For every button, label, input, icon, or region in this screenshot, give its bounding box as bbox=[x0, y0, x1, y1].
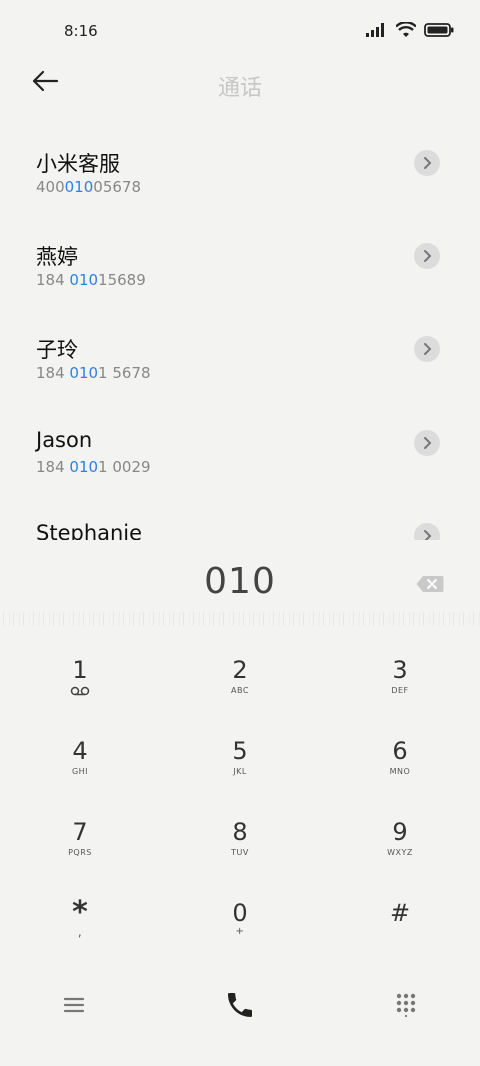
contact-detail-button[interactable] bbox=[414, 150, 440, 176]
key-star[interactable]: * , bbox=[0, 883, 160, 963]
header: 通话 bbox=[0, 60, 480, 108]
key-0[interactable]: 0 + bbox=[160, 883, 320, 963]
delete-button[interactable] bbox=[416, 575, 444, 593]
key-5[interactable]: 5 JKL bbox=[160, 721, 320, 801]
contact-number: 40001005678 bbox=[36, 178, 141, 196]
contact-results-list[interactable]: 小米客服 40001005678 燕婷 184 01015689 子玲 184 … bbox=[0, 130, 480, 540]
contact-number: 184 0101 0029 bbox=[36, 458, 151, 476]
key-7[interactable]: 7 PQRS bbox=[0, 802, 160, 882]
contact-detail-button[interactable] bbox=[414, 430, 440, 456]
phone-icon bbox=[228, 993, 252, 1017]
bottom-bar bbox=[0, 975, 480, 1035]
key-6[interactable]: 6 MNO bbox=[320, 721, 480, 801]
backspace-icon bbox=[416, 576, 444, 592]
chevron-right-icon bbox=[424, 250, 432, 262]
divider bbox=[0, 612, 480, 626]
contact-row[interactable]: Jason 184 0101 0029 bbox=[0, 410, 480, 496]
contact-row[interactable]: 燕婷 184 01015689 bbox=[0, 223, 480, 309]
status-bar: 8:16 bbox=[0, 0, 480, 60]
contact-detail-button[interactable] bbox=[414, 336, 440, 362]
contact-number: 184 0101 5678 bbox=[36, 364, 151, 382]
key-3[interactable]: 3 DEF bbox=[320, 640, 480, 720]
chevron-right-icon bbox=[424, 437, 432, 449]
contact-name: 小米客服 bbox=[36, 152, 120, 176]
dialed-number: 010 bbox=[204, 561, 276, 602]
page-title: 通话 bbox=[217, 76, 262, 101]
chevron-right-icon bbox=[424, 343, 432, 355]
contact-row[interactable]: Stephanie bbox=[0, 503, 480, 540]
contact-name: 子玲 bbox=[36, 338, 78, 362]
battery-icon bbox=[424, 23, 454, 37]
call-button[interactable] bbox=[220, 985, 260, 1025]
chevron-right-icon bbox=[424, 530, 432, 540]
contact-row[interactable]: 小米客服 40001005678 bbox=[0, 130, 480, 216]
menu-icon bbox=[63, 997, 85, 1013]
contact-detail-button[interactable] bbox=[414, 523, 440, 540]
contact-name: 燕婷 bbox=[36, 245, 78, 269]
key-4[interactable]: 4 GHI bbox=[0, 721, 160, 801]
chevron-right-icon bbox=[424, 157, 432, 169]
key-8[interactable]: 8 TUV bbox=[160, 802, 320, 882]
contact-number: 184 01015689 bbox=[36, 271, 146, 289]
menu-button[interactable] bbox=[54, 985, 94, 1025]
dialpad: 1 2 ABC 3 DEF 4 GHI 5 JKL 6 MNO 7 PQRS 8… bbox=[0, 640, 480, 970]
contact-name: Stephanie bbox=[36, 521, 143, 540]
voicemail-icon bbox=[70, 686, 90, 696]
key-9[interactable]: 9 WXYZ bbox=[320, 802, 480, 882]
key-hash[interactable]: # bbox=[320, 883, 480, 963]
contact-detail-button[interactable] bbox=[414, 243, 440, 269]
contact-name: Jason bbox=[36, 428, 93, 452]
key-1[interactable]: 1 bbox=[0, 640, 160, 720]
contact-row[interactable]: 子玲 184 0101 5678 bbox=[0, 316, 480, 402]
status-time: 8:16 bbox=[64, 22, 98, 40]
signal-icon bbox=[366, 23, 384, 37]
status-icons bbox=[366, 22, 454, 38]
dialpad-icon bbox=[396, 993, 416, 1017]
dialpad-toggle-button[interactable] bbox=[386, 985, 426, 1025]
key-2[interactable]: 2 ABC bbox=[160, 640, 320, 720]
wifi-icon bbox=[396, 22, 416, 37]
